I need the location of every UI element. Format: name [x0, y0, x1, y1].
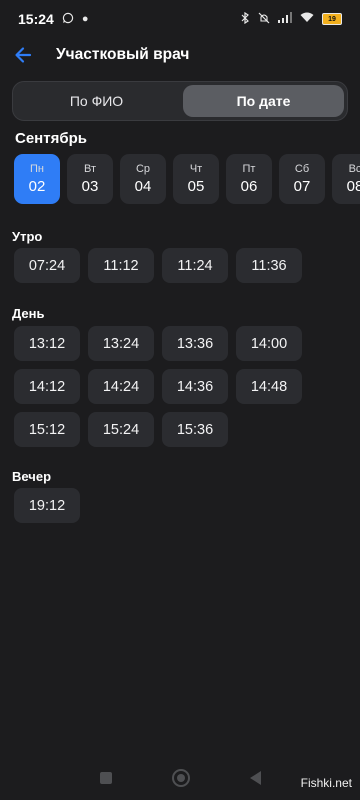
day-name: Пн [30, 163, 44, 175]
day-item-monday[interactable]: Пн 02 [14, 154, 60, 204]
day-item-saturday[interactable]: Сб 07 [279, 154, 325, 204]
time-slot[interactable]: 11:12 [88, 248, 154, 283]
watermark: Fishki.net [300, 776, 352, 790]
day-name: Пт [242, 163, 256, 175]
day-number: 06 [240, 178, 258, 195]
dot-icon: ● [81, 13, 89, 25]
recents-button[interactable] [99, 772, 112, 784]
day-number: 08 [346, 178, 360, 195]
time-slot[interactable]: 14:12 [14, 369, 80, 404]
time-slot[interactable]: 13:36 [162, 326, 228, 361]
time-slot[interactable]: 15:36 [162, 412, 228, 447]
day-name: Вт [83, 163, 96, 175]
day-item-friday[interactable]: Пт 06 [226, 154, 272, 204]
tab-by-date[interactable]: По дате [183, 85, 344, 117]
page-title: Участковый врач [56, 46, 190, 63]
time-slot[interactable]: 14:24 [88, 369, 154, 404]
time-slot[interactable]: 14:36 [162, 369, 228, 404]
day-item-thursday[interactable]: Чт 05 [173, 154, 219, 204]
slot-grid-morning: 07:24 11:12 11:24 11:36 [14, 248, 302, 283]
day-item-sunday[interactable]: Вс 08 [332, 154, 360, 204]
system-back-button[interactable] [249, 771, 261, 785]
app-bar: Участковый врач [0, 38, 360, 72]
day-name: Чт [189, 163, 203, 175]
time-slot[interactable]: 19:12 [14, 488, 80, 523]
section-label-day: День [12, 306, 45, 321]
time-slot[interactable]: 15:12 [14, 412, 80, 447]
day-number: 03 [81, 178, 99, 195]
slot-grid-evening: 19:12 [14, 488, 302, 523]
day-number: 04 [134, 178, 152, 195]
signal-icon [278, 12, 292, 26]
tab-by-name[interactable]: По ФИО [16, 85, 177, 117]
time-slot[interactable]: 14:00 [236, 326, 302, 361]
section-label-evening: Вечер [12, 469, 52, 484]
time-slot[interactable]: 07:24 [14, 248, 80, 283]
time-slot[interactable]: 13:12 [14, 326, 80, 361]
whatsapp-icon [62, 12, 74, 27]
day-picker: Пн 02 Вт 03 Ср 04 Чт 05 Пт 06 Сб 07 Вс 0… [14, 154, 360, 204]
time-slot[interactable]: 15:24 [88, 412, 154, 447]
day-name: Сб [294, 163, 310, 175]
wifi-icon [300, 12, 314, 26]
day-name: Ср [135, 163, 151, 175]
day-number: 05 [187, 178, 205, 195]
day-item-tuesday[interactable]: Вт 03 [67, 154, 113, 204]
section-label-morning: Утро [12, 229, 43, 244]
time-slot[interactable]: 14:48 [236, 369, 302, 404]
slot-grid-day: 13:12 13:24 13:36 14:00 14:12 14:24 14:3… [14, 326, 302, 447]
mute-icon [258, 12, 270, 27]
home-button[interactable] [171, 769, 190, 787]
back-button[interactable] [10, 42, 36, 68]
day-item-wednesday[interactable]: Ср 04 [120, 154, 166, 204]
battery-icon: 19 [322, 13, 342, 25]
status-bar: 15:24 ● 19 [0, 0, 360, 38]
day-number: 07 [293, 178, 311, 195]
month-title: Сентябрь [15, 130, 87, 147]
search-mode-switch: По ФИО По дате [12, 81, 348, 121]
bluetooth-icon [240, 11, 250, 27]
arrow-left-icon [15, 47, 32, 63]
time-slot[interactable]: 13:24 [88, 326, 154, 361]
day-number: 02 [28, 178, 46, 195]
status-time: 15:24 [18, 11, 54, 27]
time-slot[interactable]: 11:36 [236, 248, 302, 283]
time-slot[interactable]: 11:24 [162, 248, 228, 283]
day-name: Вс [348, 163, 360, 175]
